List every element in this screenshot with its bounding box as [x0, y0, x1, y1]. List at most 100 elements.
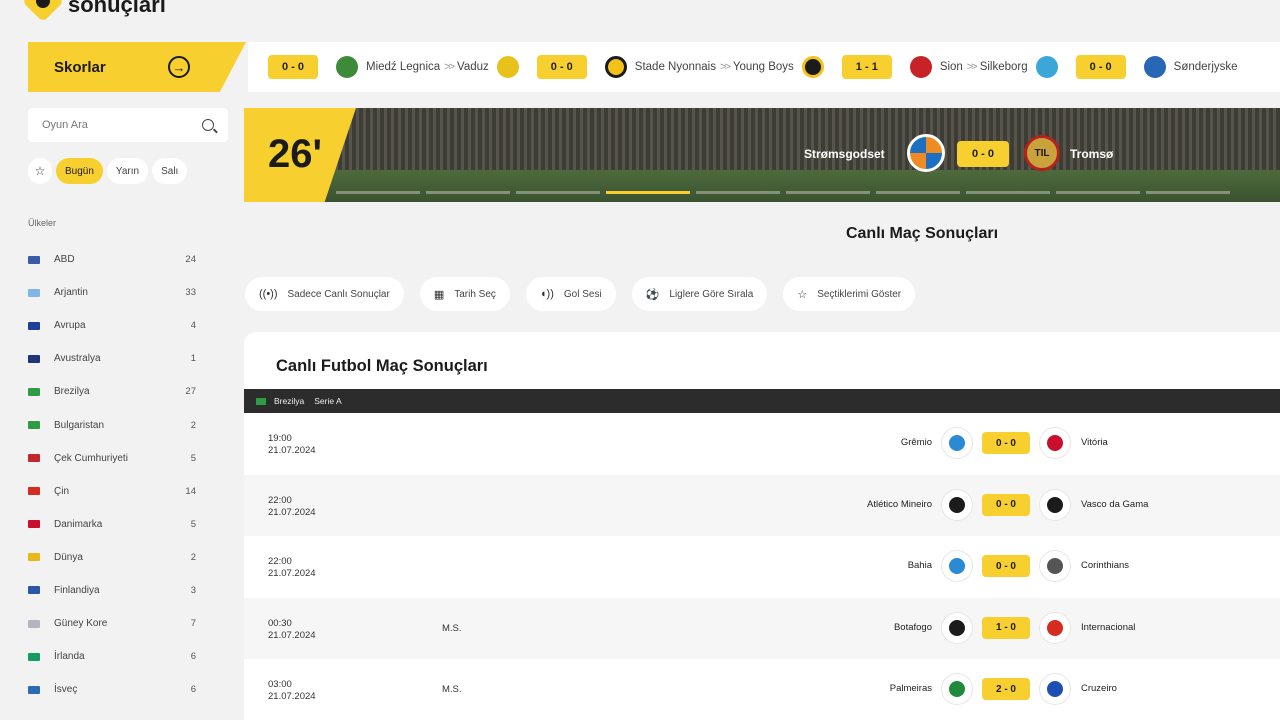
- slider-dot[interactable]: [876, 191, 960, 194]
- filter-sort-leagues-button[interactable]: ⚽ Liglere Göre Sırala: [631, 277, 768, 311]
- match-datetime: 03:00 21.07.2024: [268, 679, 316, 702]
- team-crest-icon: [604, 56, 627, 78]
- team-crest-icon: [909, 56, 932, 78]
- country-item[interactable]: Güney Kore 7: [28, 607, 196, 640]
- country-item[interactable]: İrlanda 6: [28, 640, 196, 673]
- separator-icon: >>: [444, 61, 455, 73]
- home-crest-icon: [942, 551, 972, 581]
- filter-live-only-button[interactable]: ((•)) Sadece Canlı Sonuçlar: [245, 277, 404, 311]
- team-crest-icon: [801, 56, 824, 78]
- ticker-score[interactable]: 1 - 1: [841, 55, 892, 79]
- filter-date-button[interactable]: ▦ Tarih Seç: [419, 277, 510, 311]
- results-title: Canlı Futbol Maç Sonuçları: [276, 357, 488, 375]
- match-row[interactable]: 22:00 21.07.2024 Bahia 0 - 0 Corinthians: [244, 536, 1280, 598]
- slider-dot[interactable]: [1056, 191, 1140, 194]
- logo-icon: [21, 0, 65, 23]
- flag-icon: [28, 685, 40, 694]
- filter-bar: ((•)) Sadece Canlı Sonuçlar ▦ Tarih Seç ◖)…: [245, 277, 916, 311]
- slider-dot[interactable]: [426, 191, 510, 194]
- filter-show-favorites-button[interactable]: ☆ Seçtiklerimi Göster: [783, 277, 916, 311]
- country-item[interactable]: Brezilya 27: [28, 375, 196, 408]
- slider-dot[interactable]: [516, 191, 600, 194]
- skorlar-button[interactable]: Skorlar →: [28, 42, 246, 92]
- match-score: 0 - 0: [982, 432, 1030, 454]
- ticker-home-team[interactable]: Sion: [940, 61, 963, 73]
- match-datetime: 22:00 21.07.2024: [268, 556, 316, 579]
- match-row[interactable]: 03:00 21.07.2024 M.S. Palmeiras 2 - 0 Cru…: [244, 659, 1280, 720]
- search-placeholder: Oyun Ara: [42, 119, 88, 131]
- ticker-home-team[interactable]: Stade Nyonnais: [635, 61, 716, 73]
- filter-goal-sound-button[interactable]: ◖)) Gol Sesi: [525, 277, 616, 311]
- flag-icon: [256, 397, 266, 405]
- country-item[interactable]: Dünya 2: [28, 541, 196, 574]
- flag-icon: [28, 553, 40, 562]
- away-crest-icon: [1040, 428, 1070, 458]
- away-crest-icon: [1040, 612, 1070, 643]
- live-match-banner[interactable]: 26' Strømsgodset 0 - 0 TIL Tromsø: [244, 108, 1280, 202]
- ticker-away-team[interactable]: Young Boys: [733, 61, 794, 73]
- country-item[interactable]: Çin 14: [28, 475, 196, 508]
- slider-dot[interactable]: [606, 191, 690, 194]
- home-crest-icon: [942, 612, 972, 643]
- banner-away-team: Tromsø: [1070, 147, 1114, 161]
- ticker-away-team[interactable]: Vaduz: [457, 61, 489, 73]
- day-selector: ☆ Bugün Yarın Salı: [28, 158, 188, 184]
- country-item[interactable]: Bulgaristan 2: [28, 408, 196, 441]
- team-crest-icon: [336, 56, 358, 78]
- flag-icon: [28, 487, 40, 496]
- country-item[interactable]: ABD 24: [28, 243, 196, 276]
- separator-icon: >>: [719, 61, 731, 73]
- slider-dot[interactable]: [696, 191, 780, 194]
- match-status: M.S.: [442, 684, 462, 695]
- live-icon: ((•)): [259, 288, 278, 300]
- country-list: ABD 24 Arjantin 33 Avrupa 4 Avustralya 1 Bre…: [28, 243, 196, 706]
- country-item[interactable]: Avrupa 4: [28, 309, 196, 342]
- away-team-crest-icon: TIL: [1024, 135, 1060, 171]
- skorlar-label: Skorlar: [54, 58, 106, 76]
- arrow-right-icon: →: [168, 56, 190, 78]
- game-search-input[interactable]: Oyun Ara: [28, 108, 228, 142]
- flag-icon: [28, 586, 40, 595]
- country-item[interactable]: İsveç 6: [28, 673, 196, 706]
- home-team: Palmeiras: [889, 683, 932, 694]
- country-item[interactable]: Çek Cumhuriyeti 5: [28, 442, 196, 475]
- match-score: 0 - 0: [982, 555, 1030, 577]
- country-item[interactable]: Finlandiya 3: [28, 574, 196, 607]
- team-crest-icon: [1143, 56, 1166, 78]
- day-tab-today[interactable]: Bugün: [56, 158, 103, 184]
- favorites-star-icon[interactable]: ☆: [28, 158, 52, 184]
- country-item[interactable]: Arjantin 33: [28, 276, 196, 309]
- country-item[interactable]: Avustralya 1: [28, 342, 196, 375]
- league-country: Brezilya: [274, 396, 305, 406]
- match-datetime: 19:00 21.07.2024: [268, 433, 316, 456]
- flag-icon: [28, 321, 40, 330]
- match-row[interactable]: 22:00 21.07.2024 Atlético Mineiro 0 - 0 V…: [244, 474, 1280, 536]
- match-row[interactable]: 19:00 21.07.2024 Grêmio 0 - 0 Vitória: [244, 413, 1280, 475]
- stadium-background: [244, 108, 1280, 172]
- ticker-score[interactable]: 0 - 0: [536, 55, 587, 79]
- match-row[interactable]: 00:30 21.07.2024 M.S. Botafogo 1 - 0 Inte…: [244, 597, 1280, 659]
- site-logo[interactable]: sonuçları: [21, 0, 166, 23]
- country-item[interactable]: Danimarka 5: [28, 508, 196, 541]
- league-header[interactable]: Brezilya Serie A: [244, 389, 1280, 413]
- ticker-away-team[interactable]: Silkeborg: [980, 61, 1028, 73]
- home-crest-icon: [942, 489, 972, 520]
- day-tab-tuesday[interactable]: Salı: [152, 158, 188, 184]
- away-team: Vasco da Gama: [1081, 498, 1149, 510]
- home-team: Grêmio: [900, 437, 932, 448]
- slider-dot[interactable]: [336, 191, 420, 194]
- calendar-icon: ▦: [433, 288, 445, 301]
- ticker-score[interactable]: 0 - 0: [1075, 55, 1126, 79]
- separator-icon: >>: [966, 61, 978, 73]
- slider-dot[interactable]: [786, 191, 870, 194]
- away-crest-icon: [1040, 551, 1070, 581]
- slider-dot[interactable]: [966, 191, 1050, 194]
- flag-icon: [28, 288, 40, 297]
- search-icon[interactable]: [202, 119, 214, 131]
- day-tab-tomorrow[interactable]: Yarın: [106, 158, 149, 184]
- ticker-score[interactable]: 0 - 0: [268, 55, 318, 79]
- slider-dot[interactable]: [1146, 191, 1230, 194]
- ticker-home-team[interactable]: Miedź Legnica: [366, 61, 440, 73]
- ticker-home-team[interactable]: Sønderjyske: [1174, 61, 1238, 73]
- star-icon: ☆: [797, 288, 808, 301]
